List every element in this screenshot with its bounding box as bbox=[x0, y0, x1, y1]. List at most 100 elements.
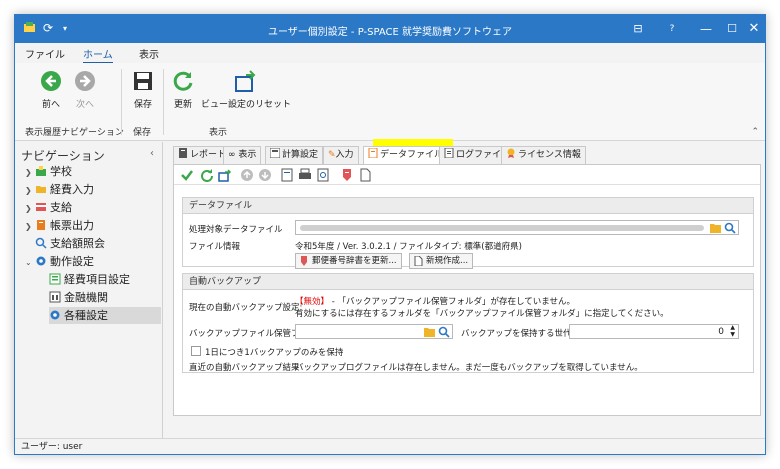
tab-view[interactable]: 表示 bbox=[139, 46, 159, 61]
back-label: 前へ bbox=[41, 100, 60, 110]
view-reset-icon[interactable] bbox=[218, 168, 232, 182]
postal-icon bbox=[301, 256, 307, 266]
disabled-badge: 【無効】 bbox=[295, 297, 330, 307]
report-icon bbox=[179, 148, 187, 158]
new-file-button[interactable]: 新規作成... bbox=[409, 253, 474, 269]
nav-item-payment[interactable]: ❯ 支給 bbox=[25, 199, 72, 216]
nav-label: 経費項目設定 bbox=[64, 273, 130, 286]
refresh-icon[interactable] bbox=[200, 168, 214, 182]
chevron-down-icon[interactable]: ⌄ bbox=[25, 254, 35, 271]
navigation-pane: ナビゲーション ‹ ❯ 学校 ❯ 経費入力 ❯ 支給 ❯ 帳票出力 支給額照会 ⌄ 動作設… bbox=[15, 142, 163, 438]
button-label: 新規作成... bbox=[426, 256, 469, 266]
arrow-left-icon bbox=[41, 71, 61, 91]
ribbon-separator bbox=[163, 69, 164, 135]
arrow-right-icon bbox=[75, 71, 95, 91]
tab-calculation[interactable]: 計算設定 bbox=[265, 146, 324, 164]
button-label: 郵便番号辞書を更新... bbox=[312, 256, 397, 266]
document-icon[interactable] bbox=[280, 168, 294, 182]
content-area: レポート ∞ 表示 計算設定 ✎入力 データファイル ログファイル ライセンス情… bbox=[167, 139, 761, 437]
nav-item-report-output[interactable]: ❯ 帳票出力 bbox=[25, 217, 94, 234]
save-icon bbox=[134, 72, 152, 90]
nav-title: ナビゲーション bbox=[21, 149, 105, 163]
tab-label: 表示 bbox=[238, 150, 257, 160]
save-label: 保存 bbox=[133, 100, 152, 110]
current-setting-value: 【無効】 - 「バックアップファイル保管フォルダ」が存在していません。 bbox=[295, 295, 575, 307]
tab-data-file[interactable]: データファイル bbox=[363, 146, 449, 164]
arrow-up-icon[interactable] bbox=[240, 168, 254, 182]
postal-icon[interactable] bbox=[340, 168, 354, 182]
tab-label: レポート bbox=[190, 150, 227, 160]
tab-file[interactable]: ファイル bbox=[25, 46, 65, 61]
nav-item-expense-input[interactable]: ❯ 経費入力 bbox=[25, 181, 94, 198]
tab-label: 計算設定 bbox=[282, 150, 319, 160]
chevron-right-icon[interactable]: ❯ bbox=[25, 200, 35, 217]
nav-label: 支給額照会 bbox=[50, 237, 105, 250]
title-bar: ⟳ ▾ ユーザー個別設定 - P-SPACE 就学奨励費ソフトウェア ⊟ ? —… bbox=[15, 15, 765, 43]
view-reset-button[interactable]: ビュー設定のリセット bbox=[201, 69, 291, 110]
folder-icon[interactable] bbox=[424, 327, 435, 337]
current-setting-hint: 有効にするには存在するフォルダを「バックアップファイル保管フォルダ」に指定してく… bbox=[295, 309, 669, 319]
data-file-section: データファイル 処理対象データファイル ファイル情報 令和5年度 / Ver. … bbox=[182, 197, 754, 269]
tab-license[interactable]: ライセンス情報 bbox=[501, 146, 586, 164]
chevron-right-icon[interactable]: ❯ bbox=[25, 218, 35, 235]
preview-icon[interactable] bbox=[316, 168, 330, 182]
status-user: ユーザー: user bbox=[21, 442, 83, 452]
once-per-day-label: 1日につき1バックアップのみを保持 bbox=[205, 348, 344, 358]
nav-item-financial-institutions[interactable]: 金融機関 bbox=[49, 289, 108, 306]
tab-display[interactable]: ∞ 表示 bbox=[223, 146, 262, 164]
save-button[interactable]: 保存 bbox=[131, 69, 155, 110]
target-file-label: 処理対象データファイル bbox=[189, 225, 283, 235]
calculator-icon bbox=[270, 148, 280, 158]
history-group-label: 表示履歴ナビゲーション bbox=[25, 128, 124, 138]
close-button[interactable]: ✕ bbox=[737, 15, 765, 43]
folder-icon[interactable] bbox=[710, 223, 721, 233]
arrow-down-icon[interactable] bbox=[258, 168, 272, 182]
refresh-icon bbox=[173, 71, 193, 91]
report-icon bbox=[37, 220, 45, 230]
app-window: ⟳ ▾ ユーザー個別設定 - P-SPACE 就学奨励費ソフトウェア ⊟ ? —… bbox=[14, 14, 766, 455]
search-icon[interactable] bbox=[438, 326, 450, 338]
generations-stepper[interactable]: 0 ▲ ▼ bbox=[569, 324, 739, 339]
save-group-label: 保存 bbox=[133, 128, 152, 138]
nav-item-expense-items[interactable]: 経費項目設定 bbox=[49, 271, 130, 288]
chevron-right-icon[interactable]: ❯ bbox=[25, 164, 35, 181]
school-icon bbox=[36, 166, 46, 176]
nav-label: 経費入力 bbox=[50, 183, 94, 196]
search-icon[interactable] bbox=[724, 222, 736, 234]
back-button[interactable]: 前へ bbox=[39, 69, 63, 110]
list-icon bbox=[49, 273, 61, 285]
tab-home[interactable]: ホーム bbox=[83, 46, 113, 64]
nav-item-various-settings[interactable]: 各種設定 bbox=[49, 307, 161, 324]
auto-backup-section-title: 自動バックアップ bbox=[183, 274, 753, 290]
print-icon[interactable] bbox=[298, 168, 312, 182]
update-postal-dict-button[interactable]: 郵便番号辞書を更新... bbox=[295, 253, 402, 269]
generations-label: バックアップを保持する世代数 bbox=[461, 329, 581, 339]
chevron-right-icon[interactable]: ❯ bbox=[25, 182, 35, 199]
current-setting-message: - 「バックアップファイル保管フォルダ」が存在していません。 bbox=[329, 297, 575, 307]
backup-folder-input[interactable] bbox=[295, 324, 453, 339]
folder-icon bbox=[36, 186, 46, 193]
refresh-button[interactable]: 更新 bbox=[171, 69, 195, 110]
nav-item-school[interactable]: ❯ 学校 bbox=[25, 163, 72, 180]
generations-value: 0 bbox=[718, 327, 724, 337]
new-file-icon bbox=[414, 256, 423, 266]
pencil-icon: ✎ bbox=[328, 150, 336, 160]
spin-down-icon[interactable]: ▼ bbox=[730, 332, 735, 338]
help-icon[interactable]: ? bbox=[655, 15, 689, 43]
collapse-ribbon-icon[interactable]: ⌃ bbox=[751, 127, 759, 137]
target-file-input[interactable] bbox=[295, 220, 739, 235]
recent-backup-label: 直近の自動バックアップ結果 bbox=[189, 363, 300, 373]
nav-item-payment-inquiry[interactable]: 支給額照会 bbox=[35, 235, 105, 252]
auto-backup-section: 自動バックアップ 現在の自動バックアップ設定: 【無効】 - 「バックアップファ… bbox=[182, 273, 754, 373]
once-per-day-checkbox[interactable] bbox=[191, 346, 201, 356]
forward-button[interactable]: 次へ bbox=[73, 69, 97, 110]
panel-toolbar bbox=[174, 165, 760, 185]
tab-input[interactable]: ✎入力 bbox=[323, 146, 359, 164]
nav-label: 帳票出力 bbox=[50, 219, 94, 232]
display-icon[interactable]: ⊟ bbox=[621, 15, 655, 43]
new-file-icon[interactable] bbox=[358, 168, 372, 182]
nav-item-operation-settings[interactable]: ⌄ 動作設定 bbox=[25, 253, 94, 270]
glasses-icon: ∞ bbox=[228, 150, 239, 160]
check-icon[interactable] bbox=[180, 168, 194, 182]
nav-collapse-icon[interactable]: ‹ bbox=[150, 148, 154, 159]
